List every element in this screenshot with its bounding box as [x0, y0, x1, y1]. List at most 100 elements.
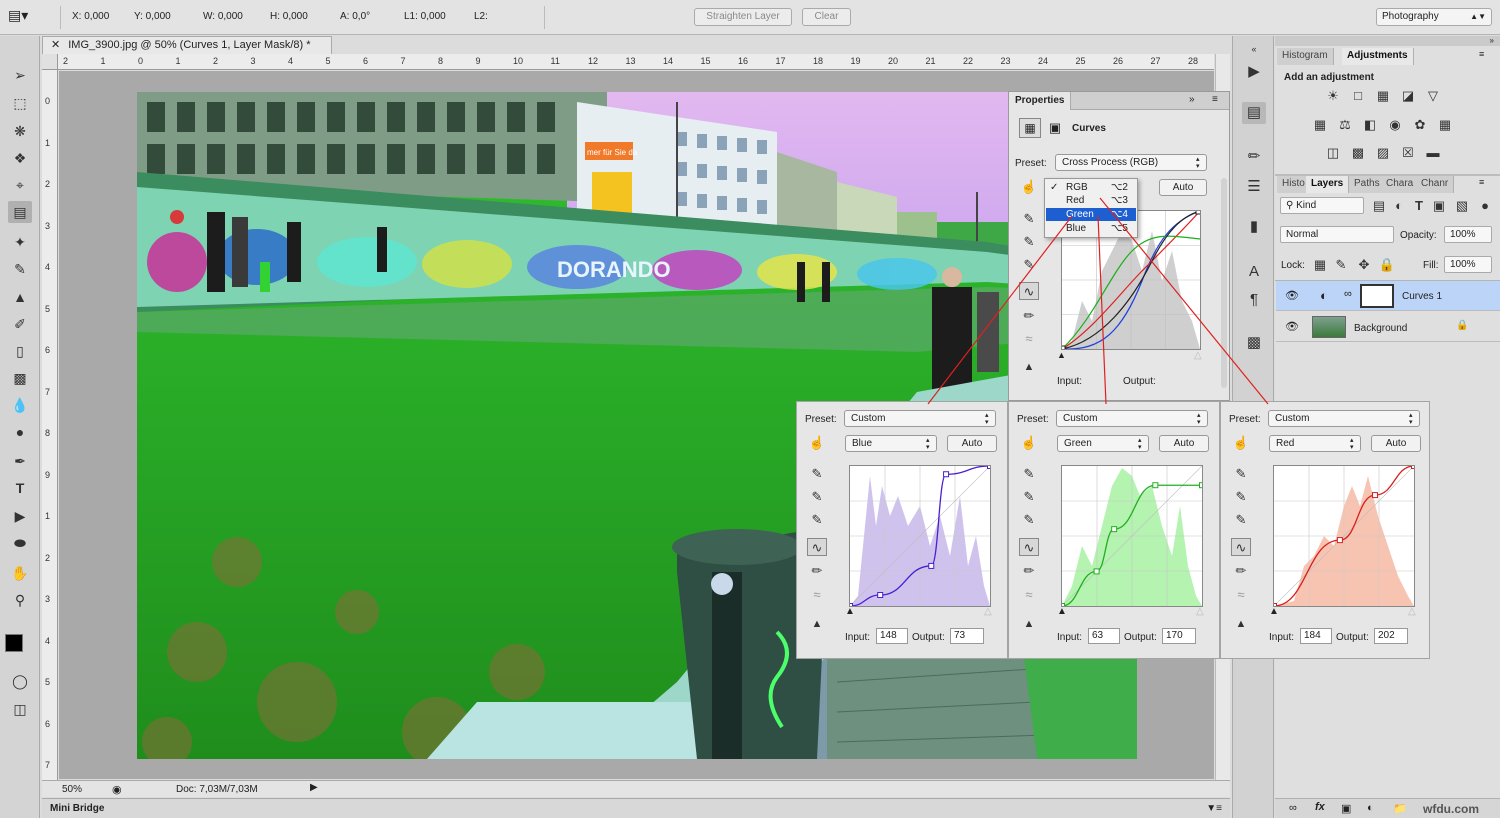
eyedropper-black-icon[interactable]: ✎	[807, 465, 827, 483]
properties-icon[interactable]: ▤	[1242, 102, 1266, 124]
zoom-tool-icon[interactable]: ⚲	[8, 589, 32, 611]
curve-points-icon[interactable]: ∿	[1231, 538, 1251, 556]
exposure-icon[interactable]: ◪	[1399, 88, 1417, 104]
clipping-icon[interactable]: ▲	[1019, 358, 1039, 376]
clipping-icon[interactable]: ▲	[1231, 615, 1251, 633]
add-mask-icon[interactable]: ▣	[1341, 802, 1351, 815]
panel-menu-icon[interactable]: ▼≡	[1206, 799, 1222, 818]
curve-point[interactable]	[1412, 466, 1415, 469]
move-tool-icon[interactable]: ➢	[8, 64, 32, 86]
input-field[interactable]: 184	[1300, 628, 1332, 644]
tab-character[interactable]: Chara	[1381, 176, 1419, 193]
black-point-slider[interactable]: ▲	[1057, 350, 1066, 360]
black-point-slider[interactable]: ▲	[1057, 606, 1067, 617]
curve-point[interactable]	[1094, 569, 1099, 574]
mask-icon[interactable]: ▣	[1046, 120, 1064, 136]
black-point-slider[interactable]: ▲	[1269, 606, 1279, 617]
output-field[interactable]: 170	[1162, 628, 1196, 644]
color-balance-icon[interactable]: ⚖	[1336, 117, 1354, 133]
auto-button[interactable]: Auto	[947, 435, 997, 452]
new-group-icon[interactable]: 📁	[1393, 802, 1407, 815]
smooth-icon[interactable]: ≈	[1019, 586, 1039, 604]
channel-mixer-icon[interactable]: ✿	[1411, 117, 1429, 133]
filter-pixel-icon[interactable]: ▤	[1370, 198, 1388, 214]
channel-dropdown[interactable]: Red	[1269, 435, 1361, 452]
input-field[interactable]: 63	[1088, 628, 1120, 644]
link-layers-icon[interactable]: ∞	[1289, 802, 1297, 814]
eye-icon[interactable]: 👁	[1285, 320, 1299, 333]
eyedropper-white-icon[interactable]: ✎	[1231, 511, 1251, 529]
collapse-panels-icon[interactable]: »	[1275, 36, 1500, 46]
on-image-adjust-icon[interactable]: ☝	[807, 434, 827, 452]
tab-channels[interactable]: Chanr	[1416, 176, 1454, 193]
curve-point[interactable]	[944, 472, 949, 477]
curve-point[interactable]	[1062, 346, 1065, 349]
white-point-slider[interactable]: △	[1194, 350, 1202, 361]
curve-point[interactable]	[988, 466, 991, 469]
eyedropper-white-icon[interactable]: ✎	[1019, 256, 1039, 274]
blur-tool-icon[interactable]: 💧	[8, 394, 32, 416]
auto-button[interactable]: Auto	[1371, 435, 1421, 452]
invert-icon[interactable]: ◫	[1324, 145, 1342, 161]
preset-dropdown[interactable]: Custom	[1268, 410, 1420, 427]
fill-field[interactable]: 100%	[1444, 256, 1492, 273]
pencil-draw-icon[interactable]: ✏	[1019, 562, 1039, 580]
channel-dropdown[interactable]: Blue	[845, 435, 937, 452]
marquee-tool-icon[interactable]: ⬚	[8, 92, 32, 114]
white-point-slider[interactable]: △	[984, 606, 992, 617]
link-icon[interactable]: ∞	[1344, 288, 1352, 300]
pen-tool-icon[interactable]: ✒	[8, 450, 32, 472]
smooth-icon[interactable]: ≈	[807, 586, 827, 604]
status-arrow-icon[interactable]: ▶	[310, 782, 318, 793]
tool-presets-icon[interactable]: ▮	[1242, 216, 1266, 238]
preset-dropdown[interactable]: Custom	[1056, 410, 1208, 427]
eyedropper-gray-icon[interactable]: ✎	[1231, 488, 1251, 506]
photo-filter-icon[interactable]: ◉	[1386, 117, 1404, 133]
curves-graph[interactable]	[849, 465, 991, 607]
clear-button[interactable]: Clear	[802, 8, 851, 26]
brush-tool-icon[interactable]: ✎	[8, 258, 32, 280]
document-tab[interactable]: ✕IMG_3900.jpg @ 50% (Curves 1, Layer Mas…	[42, 36, 332, 54]
panel-menu-icon[interactable]: ≡	[1212, 94, 1218, 105]
on-image-adjust-icon[interactable]: ☝	[1231, 434, 1251, 452]
layer-kind-filter[interactable]: ⚲ Kind	[1280, 197, 1364, 214]
curves-graph[interactable]	[1061, 465, 1203, 607]
eyedropper-black-icon[interactable]: ✎	[1019, 465, 1039, 483]
hand-tool-icon[interactable]: ✋	[8, 562, 32, 584]
curves-adjustment-icon[interactable]: ▦	[1019, 118, 1041, 138]
clipping-icon[interactable]: ▲	[807, 615, 827, 633]
white-point-slider[interactable]: △	[1408, 606, 1416, 617]
gradient-tool-icon[interactable]: ▩	[8, 367, 32, 389]
brightness-icon[interactable]: ☀	[1324, 88, 1342, 104]
clipping-icon[interactable]: ▲	[1019, 615, 1039, 633]
color-lookup-icon[interactable]: ▦	[1436, 117, 1454, 133]
preset-dropdown[interactable]: Cross Process (RGB)	[1055, 154, 1207, 171]
properties-scrollbar[interactable]	[1221, 178, 1227, 388]
curve-point[interactable]	[929, 563, 934, 568]
tab-histogram[interactable]: Histogram	[1277, 48, 1334, 65]
character-icon[interactable]: A	[1242, 261, 1266, 283]
threshold-icon[interactable]: ▨	[1374, 145, 1392, 161]
gradient-map-icon[interactable]: ▬	[1424, 145, 1442, 161]
eyedropper-black-icon[interactable]: ✎	[1019, 210, 1039, 228]
preset-dropdown[interactable]: Custom	[844, 410, 996, 427]
eyedropper-gray-icon[interactable]: ✎	[1019, 488, 1039, 506]
lasso-tool-icon[interactable]: ❋	[8, 120, 32, 142]
straighten-layer-button[interactable]: Straighten Layer	[694, 8, 792, 26]
eye-icon[interactable]: 👁	[1285, 289, 1299, 302]
filter-shape-icon[interactable]: ▣	[1430, 198, 1448, 214]
filter-toggle-icon[interactable]: ●	[1476, 198, 1494, 214]
curve-point[interactable]	[878, 593, 883, 598]
eraser-tool-icon[interactable]: ▯	[8, 340, 32, 362]
lock-pixels-icon[interactable]: ✎	[1332, 257, 1350, 273]
panel-menu-icon[interactable]: ≡	[1479, 177, 1484, 187]
selective-color-icon[interactable]: ☒	[1399, 145, 1417, 161]
hue-saturation-icon[interactable]: ▦	[1311, 117, 1329, 133]
healing-brush-icon[interactable]: ✦	[8, 231, 32, 253]
mini-bridge-bar[interactable]: Mini Bridge▼≡	[42, 798, 1230, 818]
crop-tool-icon[interactable]: ⌖	[8, 174, 32, 196]
vibrance-icon[interactable]: ▽	[1424, 88, 1442, 104]
paragraph-icon[interactable]: ¶	[1242, 289, 1266, 311]
stamp-tool-icon[interactable]: ▲	[8, 286, 32, 308]
eyedropper-white-icon[interactable]: ✎	[807, 511, 827, 529]
